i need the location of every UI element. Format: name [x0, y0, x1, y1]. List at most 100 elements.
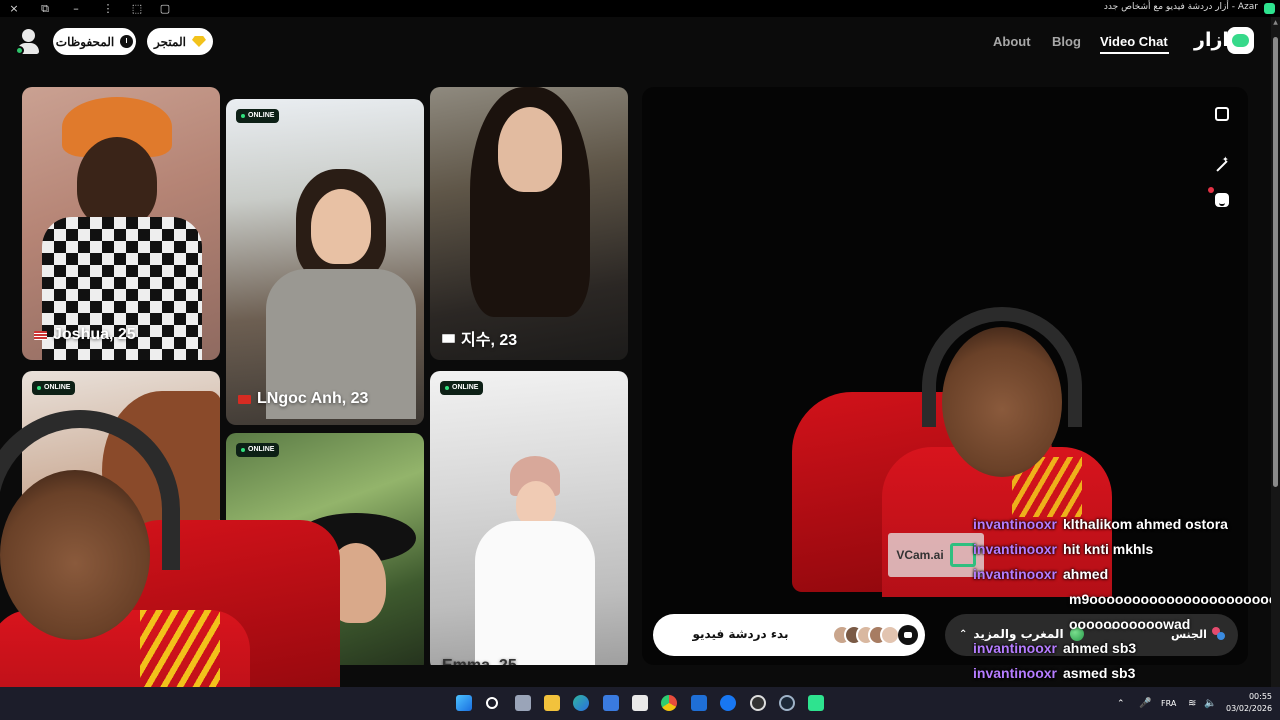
facebook-icon[interactable] — [720, 695, 736, 711]
clock-date[interactable]: 03/02/2026 — [1226, 704, 1272, 713]
nav-about-link[interactable]: About — [993, 34, 1031, 49]
start-chat-label: بدء دردشة فيديو — [692, 627, 789, 641]
profile-name: 지수, 23 — [461, 332, 518, 349]
profile-name-label: LNgoc Anh, 23 — [238, 390, 368, 408]
chat-text: asmed sb3 — [1063, 665, 1136, 681]
user-avatar — [880, 625, 900, 645]
language-indicator[interactable]: FRA — [1161, 699, 1176, 708]
nav-video-chat-link[interactable]: Video Chat — [1100, 34, 1168, 49]
brand-logo-icon[interactable] — [1227, 27, 1254, 54]
chat-message: invantinooxr ahmed — [973, 562, 1280, 587]
headset-shape — [922, 307, 1082, 427]
profile-name-label: Emma, 25 — [442, 657, 517, 665]
scrollbar-thumb[interactable] — [1273, 37, 1278, 487]
chat-username: invantinooxr — [973, 516, 1058, 532]
profile-name: Joshua, 25 — [53, 326, 136, 343]
obs-icon[interactable] — [750, 695, 766, 711]
store-icon[interactable] — [603, 695, 619, 711]
status-dot — [15, 46, 24, 55]
notification-dot — [1208, 187, 1214, 193]
profile-card[interactable]: ONLINE LNgoc Anh, 23 — [226, 99, 424, 425]
saved-button[interactable]: المحفوظات — [53, 28, 136, 55]
online-badge: ONLINE — [440, 381, 484, 395]
profile-card[interactable]: ONLINE Emma, 25 — [430, 371, 628, 665]
chat-username: invantinooxr — [973, 640, 1058, 656]
chat-username: invantinooxr — [973, 541, 1058, 557]
screen: { "window": { "title": "Azar - أزار دردش… — [0, 0, 1280, 720]
menu-icon[interactable]: ⋮ — [100, 1, 116, 16]
profile-name: Emma, 25 — [442, 657, 517, 665]
chat-text: ahmed — [1063, 566, 1109, 582]
headset-shape — [0, 410, 180, 570]
chrome-icon[interactable] — [661, 695, 677, 711]
nav-blog-link[interactable]: Blog — [1052, 34, 1081, 49]
file-explorer-icon[interactable] — [544, 695, 560, 711]
gem-icon — [191, 36, 206, 47]
profile-card[interactable]: Joshua, 25 — [22, 87, 220, 360]
start-video-chat-button[interactable]: بدء دردشة فيديو — [653, 614, 925, 656]
extensions-icon[interactable]: ⬚ — [129, 1, 145, 16]
shop-label: المتجر — [154, 34, 186, 49]
video-camera-icon — [898, 625, 918, 645]
restore-window-icon[interactable]: ⧉ — [37, 1, 53, 16]
face-shape — [498, 107, 562, 192]
avatar-head — [22, 29, 35, 42]
profile-card[interactable]: 지수, 23 — [430, 87, 628, 360]
profile-name-label: Joshua, 25 — [34, 326, 136, 344]
online-dot — [37, 386, 41, 390]
chat-text-continued: ooooooooooowad — [1069, 616, 1191, 632]
profile-name: LNgoc Anh, 23 — [257, 390, 369, 407]
magic-wand-icon[interactable] — [1215, 155, 1229, 173]
korea-flag-icon — [442, 333, 455, 343]
clock-time[interactable]: 00:55 — [1226, 692, 1272, 701]
profile-avatar-button[interactable] — [15, 29, 41, 59]
chat-username: invantinooxr — [973, 665, 1058, 681]
online-badge: ONLINE — [32, 381, 76, 395]
chat-text: klthalikom ahmed ostora — [1063, 516, 1228, 532]
os-taskbar: ⌃ 🎤 FRA ≋ 🔈 00:55 03/02/2026 — [0, 687, 1280, 720]
vcam-watermark: VCam.ai — [888, 533, 984, 577]
app-icon — [1264, 3, 1275, 14]
picture-in-picture-icon[interactable]: ▢ — [157, 1, 173, 16]
azar-app-icon[interactable] — [808, 695, 824, 711]
brand-name[interactable]: ازار — [1194, 29, 1229, 51]
online-text: ONLINE — [452, 384, 479, 391]
clock-icon — [120, 35, 134, 48]
chat-message: invantinooxr hit knti mkhls — [973, 537, 1280, 562]
chat-text-continued: m9oooooooooooooooooooooo — [1069, 591, 1278, 607]
online-dot — [241, 114, 245, 118]
notepad-icon[interactable] — [632, 695, 648, 711]
online-badge: ONLINE — [236, 109, 280, 123]
volume-icon[interactable]: 🔈 — [1204, 698, 1216, 709]
overlay-webcam — [0, 410, 390, 720]
saved-label: المحفوظات — [55, 34, 115, 49]
microphone-icon[interactable]: 🎤 — [1139, 698, 1151, 709]
tray-chevron-icon[interactable]: ⌃ — [1117, 699, 1125, 709]
online-text: ONLINE — [248, 112, 275, 119]
mail-icon[interactable] — [691, 695, 707, 711]
us-flag-icon — [34, 330, 47, 340]
chat-username: invantinooxr — [973, 566, 1058, 582]
chevron-up-icon: ⌃ — [959, 628, 968, 640]
online-text: ONLINE — [44, 384, 71, 391]
wifi-icon[interactable]: ≋ — [1188, 698, 1196, 709]
shop-button[interactable]: المتجر — [147, 28, 213, 55]
chat-text: ahmed sb3 — [1063, 640, 1137, 656]
expand-icon[interactable] — [1215, 107, 1229, 121]
white-coat-shape — [475, 521, 595, 665]
online-dot — [445, 386, 449, 390]
start-menu-icon[interactable] — [456, 695, 472, 711]
steam-icon[interactable] — [779, 695, 795, 711]
face-shape — [311, 189, 371, 264]
scroll-up-arrow-icon[interactable]: ▲ — [1271, 18, 1280, 27]
task-view-icon[interactable] — [515, 695, 531, 711]
chat-text: hit knti mkhls — [1063, 541, 1154, 557]
edge-browser-icon[interactable] — [573, 695, 589, 711]
window-title-bar: × ⧉ – ⋮ ⬚ ▢ Azar - أزار دردشة فيديو مع أ… — [0, 0, 1280, 17]
page-scrollbar[interactable] — [1271, 17, 1280, 687]
search-icon[interactable] — [486, 697, 498, 709]
face-filter-icon[interactable] — [1215, 193, 1229, 207]
minimize-window-icon[interactable]: – — [68, 1, 84, 16]
face-shape — [77, 137, 157, 227]
close-window-icon[interactable]: × — [6, 1, 22, 16]
